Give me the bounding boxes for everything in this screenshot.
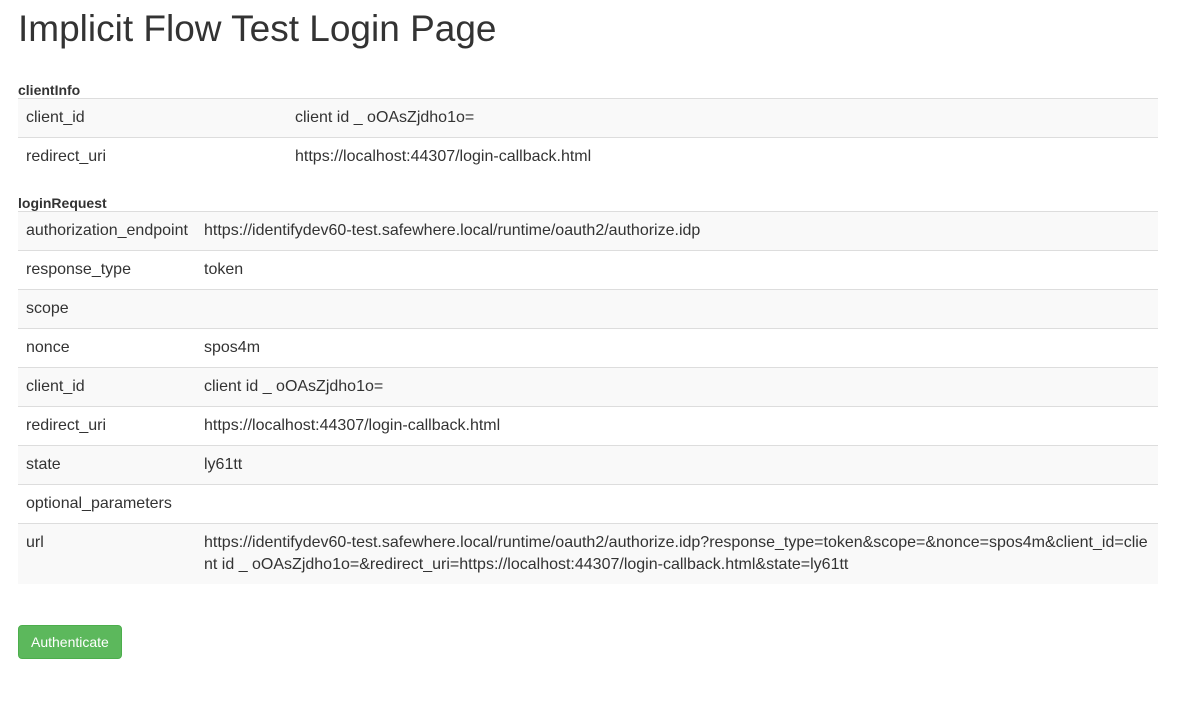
table-row: response_type token <box>18 250 1158 290</box>
row-value: https://localhost:44307/login-callback.h… <box>196 406 1158 446</box>
row-value: https://localhost:44307/login-callback.h… <box>287 137 1158 176</box>
row-key: scope <box>18 289 196 329</box>
row-value: ly61tt <box>196 445 1158 485</box>
login-request-heading: loginRequest <box>18 195 107 211</box>
row-value: token <box>196 250 1158 290</box>
page-title: Implicit Flow Test Login Page <box>18 8 497 49</box>
table-row: redirect_uri https://localhost:44307/log… <box>18 137 1158 176</box>
authenticate-button[interactable]: Authenticate <box>18 625 122 659</box>
row-value <box>196 289 1158 329</box>
row-key: redirect_uri <box>18 406 196 446</box>
action-bar: Authenticate <box>18 625 1158 659</box>
row-value: client id _ oOAsZjdho1o= <box>196 367 1158 407</box>
row-key: optional_parameters <box>18 484 196 524</box>
table-row: url https://identifydev60-test.safewhere… <box>18 523 1158 584</box>
row-value: https://identifydev60-test.safewhere.loc… <box>196 211 1158 251</box>
table-row: state ly61tt <box>18 445 1158 485</box>
table-row: authorization_endpoint https://identifyd… <box>18 211 1158 251</box>
login-request-table: authorization_endpoint https://identifyd… <box>18 211 1158 584</box>
page-container: Implicit Flow Test Login Page clientInfo… <box>0 0 1200 659</box>
row-key: nonce <box>18 328 196 368</box>
table-row: optional_parameters <box>18 484 1158 524</box>
row-key: client_id <box>18 367 196 407</box>
table-row: redirect_uri https://localhost:44307/log… <box>18 406 1158 446</box>
row-value <box>196 484 1158 524</box>
row-value: spos4m <box>196 328 1158 368</box>
row-value: client id _ oOAsZjdho1o= <box>287 98 1158 138</box>
table-row: scope <box>18 289 1158 329</box>
row-key: response_type <box>18 250 196 290</box>
table-row: client_id client id _ oOAsZjdho1o= <box>18 367 1158 407</box>
row-key: state <box>18 445 196 485</box>
row-key: url <box>18 523 196 584</box>
client-info-table: client_id client id _ oOAsZjdho1o= redir… <box>18 98 1158 176</box>
row-key: client_id <box>18 98 287 138</box>
row-key: redirect_uri <box>18 137 287 176</box>
client-info-heading: clientInfo <box>18 82 81 98</box>
url-value: https://identifydev60-test.safewhere.loc… <box>196 523 1158 584</box>
row-key: authorization_endpoint <box>18 211 196 251</box>
table-row: client_id client id _ oOAsZjdho1o= <box>18 98 1158 138</box>
table-row: nonce spos4m <box>18 328 1158 368</box>
